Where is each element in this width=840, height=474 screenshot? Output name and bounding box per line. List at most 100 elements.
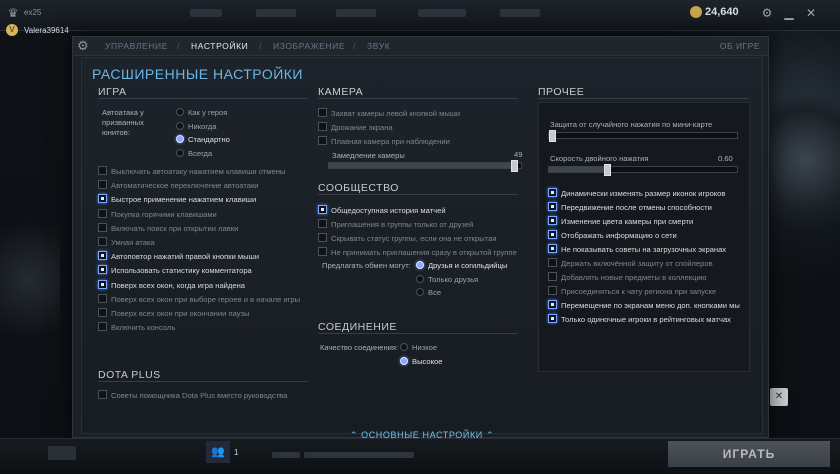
tab-settings[interactable]: НАСТРОЙКИ	[191, 41, 248, 51]
checkbox-box[interactable]	[548, 202, 557, 211]
tab-controls[interactable]: УПРАВЛЕНИЕ	[105, 41, 168, 51]
radio-dot[interactable]	[176, 135, 184, 143]
checkbox-item[interactable]: Выключать автоатаку нажатием клавиши отм…	[98, 166, 285, 177]
checkbox-item[interactable]: Отображать информацию о сети	[548, 230, 677, 241]
checkbox-box[interactable]	[98, 166, 107, 175]
gear-icon[interactable]: ⚙	[760, 6, 774, 20]
checkbox-item[interactable]: Поверх всех окон при окончании паузы	[98, 308, 249, 319]
camera-slowdown-slider[interactable]	[328, 160, 522, 172]
minimap-protection-slider[interactable]	[548, 130, 738, 142]
party-icon[interactable]: 👥	[206, 441, 230, 463]
checkbox-item[interactable]: Приглашения в группы только от друзей	[318, 219, 473, 230]
close-icon[interactable]: ✕	[804, 6, 818, 20]
checkbox-item[interactable]: Советы помощника Dota Plus вместо руково…	[98, 390, 287, 401]
crown-icon[interactable]: ♛	[6, 6, 20, 20]
checkbox-box[interactable]	[98, 279, 107, 289]
checkbox-item[interactable]: Покупка горячими клавишами	[98, 208, 217, 220]
radio-option[interactable]: Стандартно	[176, 135, 230, 145]
radio-option[interactable]: Все	[416, 288, 441, 298]
checkbox-box[interactable]	[318, 108, 327, 117]
checkbox-item[interactable]: Не принимать приглашения сразу в открыто…	[318, 247, 517, 258]
checkbox-box[interactable]	[548, 286, 557, 295]
username[interactable]: Valera39614	[24, 26, 69, 35]
checkbox-box[interactable]	[548, 216, 557, 225]
minimize-icon[interactable]: ▁	[782, 6, 796, 20]
checkbox-box[interactable]	[98, 208, 107, 218]
tab-graphics[interactable]: ИЗОБРАЖЕНИЕ	[273, 41, 345, 51]
checkbox-box[interactable]	[548, 258, 557, 267]
slider-thumb[interactable]	[549, 130, 556, 142]
checkbox-box[interactable]	[548, 314, 557, 323]
checkbox-item[interactable]: Изменение цвета камеры при смерти	[548, 216, 693, 227]
avatar[interactable]: V	[6, 24, 18, 36]
nav-blur[interactable]	[336, 9, 376, 17]
checkbox-box[interactable]	[98, 322, 107, 332]
checkbox-box[interactable]	[548, 300, 557, 309]
checkbox-item[interactable]: Присоединяться к чату региона при запуск…	[548, 286, 716, 297]
checkbox-box[interactable]	[98, 308, 107, 317]
checkbox-item[interactable]: Использовать статистику комментатора	[98, 265, 252, 276]
checkbox-box[interactable]	[98, 390, 107, 399]
checkbox-box[interactable]	[548, 272, 557, 281]
checkbox-box[interactable]	[98, 222, 107, 232]
checkbox-box[interactable]	[548, 230, 557, 239]
checkbox-item[interactable]: Быстрое применение нажатием клавиши	[98, 194, 256, 205]
checkbox-box[interactable]	[318, 136, 327, 145]
checkbox-item[interactable]: Передвижение после отмены способности	[548, 202, 712, 213]
radio-option[interactable]: Низкое	[400, 343, 437, 353]
checkbox-item[interactable]: Не показывать советы на загрузочных экра…	[548, 244, 726, 255]
checkbox-item[interactable]: Автоповтор нажатий правой кнопки мыши	[98, 251, 259, 262]
play-button[interactable]: ИГРАТЬ	[668, 441, 830, 467]
checkbox-item[interactable]: Держать включённой защиту от спойлеров	[548, 258, 713, 269]
checkbox-box[interactable]	[98, 237, 107, 246]
radio-dot[interactable]	[400, 343, 408, 351]
checkbox-item[interactable]: Включить консоль	[98, 322, 175, 333]
checkbox-item[interactable]: Поверх всех окон при выборе героев и в н…	[98, 293, 300, 305]
checkbox-box[interactable]	[98, 251, 107, 261]
nav-blur[interactable]	[256, 9, 296, 17]
checkbox-box[interactable]	[98, 194, 107, 204]
checkbox-item[interactable]: Только одиночные игроки в рейтинговых ма…	[548, 314, 731, 325]
nav-blur[interactable]	[190, 9, 222, 17]
checkbox-item[interactable]: Дрожание экрана	[318, 122, 393, 133]
radio-option[interactable]: Всегда	[176, 148, 212, 159]
checkbox-item[interactable]: Захват камеры левой кнопкой мыши	[318, 108, 460, 119]
side-chest-icon[interactable]: ✕	[770, 388, 788, 406]
radio-option[interactable]: Высокое	[400, 357, 442, 367]
radio-option[interactable]: Как у героя	[176, 108, 227, 118]
radio-option[interactable]: Друзья и согильдийцы	[416, 261, 507, 271]
slider-thumb[interactable]	[511, 160, 518, 172]
checkbox-box[interactable]	[98, 293, 107, 303]
chat-tabs[interactable]	[48, 446, 76, 460]
checkbox-item[interactable]: Скрывать статус группы, если она не откр…	[318, 233, 496, 244]
radio-dot[interactable]	[416, 288, 424, 296]
checkbox-item[interactable]: Автоматическое переключение автоатаки	[98, 180, 259, 191]
radio-dot[interactable]	[416, 261, 424, 269]
checkbox-box[interactable]	[548, 244, 557, 253]
checkbox-box[interactable]	[318, 205, 327, 214]
radio-dot[interactable]	[176, 148, 184, 157]
checkbox-item[interactable]: Общедоступная история матчей	[318, 205, 446, 216]
nav-blur[interactable]	[500, 9, 540, 17]
radio-option[interactable]: Никогда	[176, 121, 216, 132]
checkbox-box[interactable]	[548, 188, 557, 197]
checkbox-item[interactable]: Перемещение по экранам меню доп. кнопкам…	[548, 300, 740, 311]
checkbox-item[interactable]: Поверх всех окон, когда игра найдена	[98, 279, 245, 291]
radio-dot[interactable]	[416, 274, 424, 283]
checkbox-item[interactable]: Добавлять новые предметы в коллекцию	[548, 272, 706, 283]
checkbox-box[interactable]	[98, 180, 107, 190]
checkbox-box[interactable]	[98, 265, 107, 275]
radio-dot[interactable]	[400, 357, 408, 365]
radio-option[interactable]: Только друзья	[416, 274, 478, 285]
checkbox-item[interactable]: Плавная камера при наблюдении	[318, 136, 450, 147]
checkbox-item[interactable]: Умная атака	[98, 237, 155, 248]
radio-dot[interactable]	[176, 108, 184, 116]
doubletap-slider[interactable]	[548, 164, 738, 176]
nav-blur[interactable]	[418, 9, 466, 17]
tab-sound[interactable]: ЗВУК	[367, 41, 390, 51]
checkbox-box[interactable]	[318, 219, 327, 228]
checkbox-box[interactable]	[318, 247, 327, 256]
checkbox-box[interactable]	[318, 122, 327, 131]
about-link[interactable]: ОБ ИГРЕ	[720, 41, 760, 51]
radio-dot[interactable]	[176, 121, 184, 130]
